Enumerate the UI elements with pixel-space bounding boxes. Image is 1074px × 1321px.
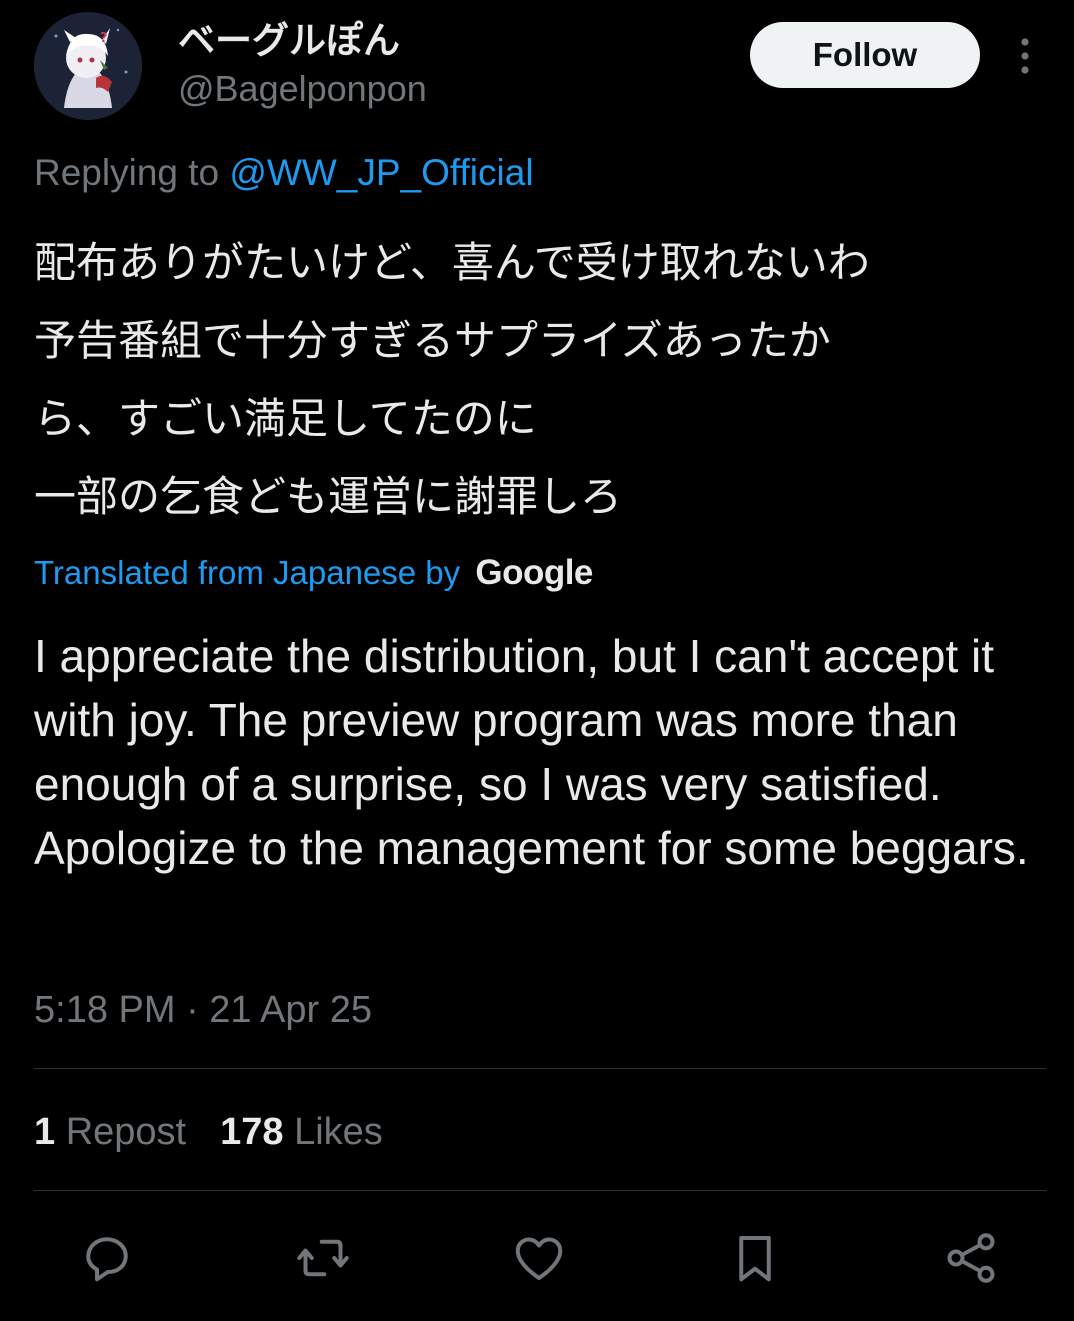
repost-button[interactable] xyxy=(293,1228,353,1288)
reply-icon xyxy=(86,1237,128,1282)
svg-text:?: ? xyxy=(100,31,108,46)
tweet-timestamp[interactable]: 5:18 PM · 21 Apr 25 xyxy=(34,986,372,1034)
follow-button[interactable]: Follow xyxy=(750,22,980,88)
reposts-stat[interactable]: 1 Repost xyxy=(34,1111,186,1153)
replying-to-label: Replying to xyxy=(34,152,230,193)
author-display-name[interactable]: ベーグルぽん xyxy=(178,18,400,64)
tweet-original-text: 配布ありがたいけど、喜んで受け取れないわ 予告番組で十分すぎるサプライズあったか… xyxy=(34,238,870,521)
share-icon xyxy=(947,1233,995,1283)
reply-button[interactable] xyxy=(77,1228,137,1288)
divider xyxy=(34,1068,1046,1069)
likes-count: 178 xyxy=(220,1111,284,1153)
like-icon xyxy=(515,1237,563,1280)
more-options-icon[interactable] xyxy=(1008,36,1042,76)
tweet-translated-text: I appreciate the distribution, but I can… xyxy=(34,630,1029,874)
google-logo: Google xyxy=(475,553,593,592)
bookmark-button[interactable] xyxy=(725,1228,785,1288)
translation-label: Translated from Japanese by xyxy=(34,554,461,591)
reply-mention-link[interactable]: @WW_JP_Official xyxy=(229,152,533,193)
tweet-header: ? ベーグルぽん @Bagelponpon Follow xyxy=(0,0,1074,130)
repost-icon xyxy=(297,1239,349,1277)
translation-attribution[interactable]: Translated from Japanese by Google xyxy=(34,550,593,596)
avatar-image: ? xyxy=(34,12,142,120)
likes-label: Likes xyxy=(294,1111,383,1153)
avatar[interactable]: ? xyxy=(34,12,142,120)
replying-to-line: Replying to @WW_JP_Official xyxy=(34,150,534,196)
reposts-count: 1 xyxy=(34,1111,56,1153)
bookmark-icon xyxy=(739,1236,771,1282)
engagement-stats: 1 Repost 178 Likes xyxy=(34,1108,383,1156)
author-handle[interactable]: @Bagelponpon xyxy=(178,66,427,112)
share-button[interactable] xyxy=(941,1228,1001,1288)
like-button[interactable] xyxy=(509,1228,569,1288)
reposts-label: Repost xyxy=(65,1111,187,1153)
divider xyxy=(34,1190,1046,1191)
likes-stat[interactable]: 178 Likes xyxy=(220,1111,383,1153)
